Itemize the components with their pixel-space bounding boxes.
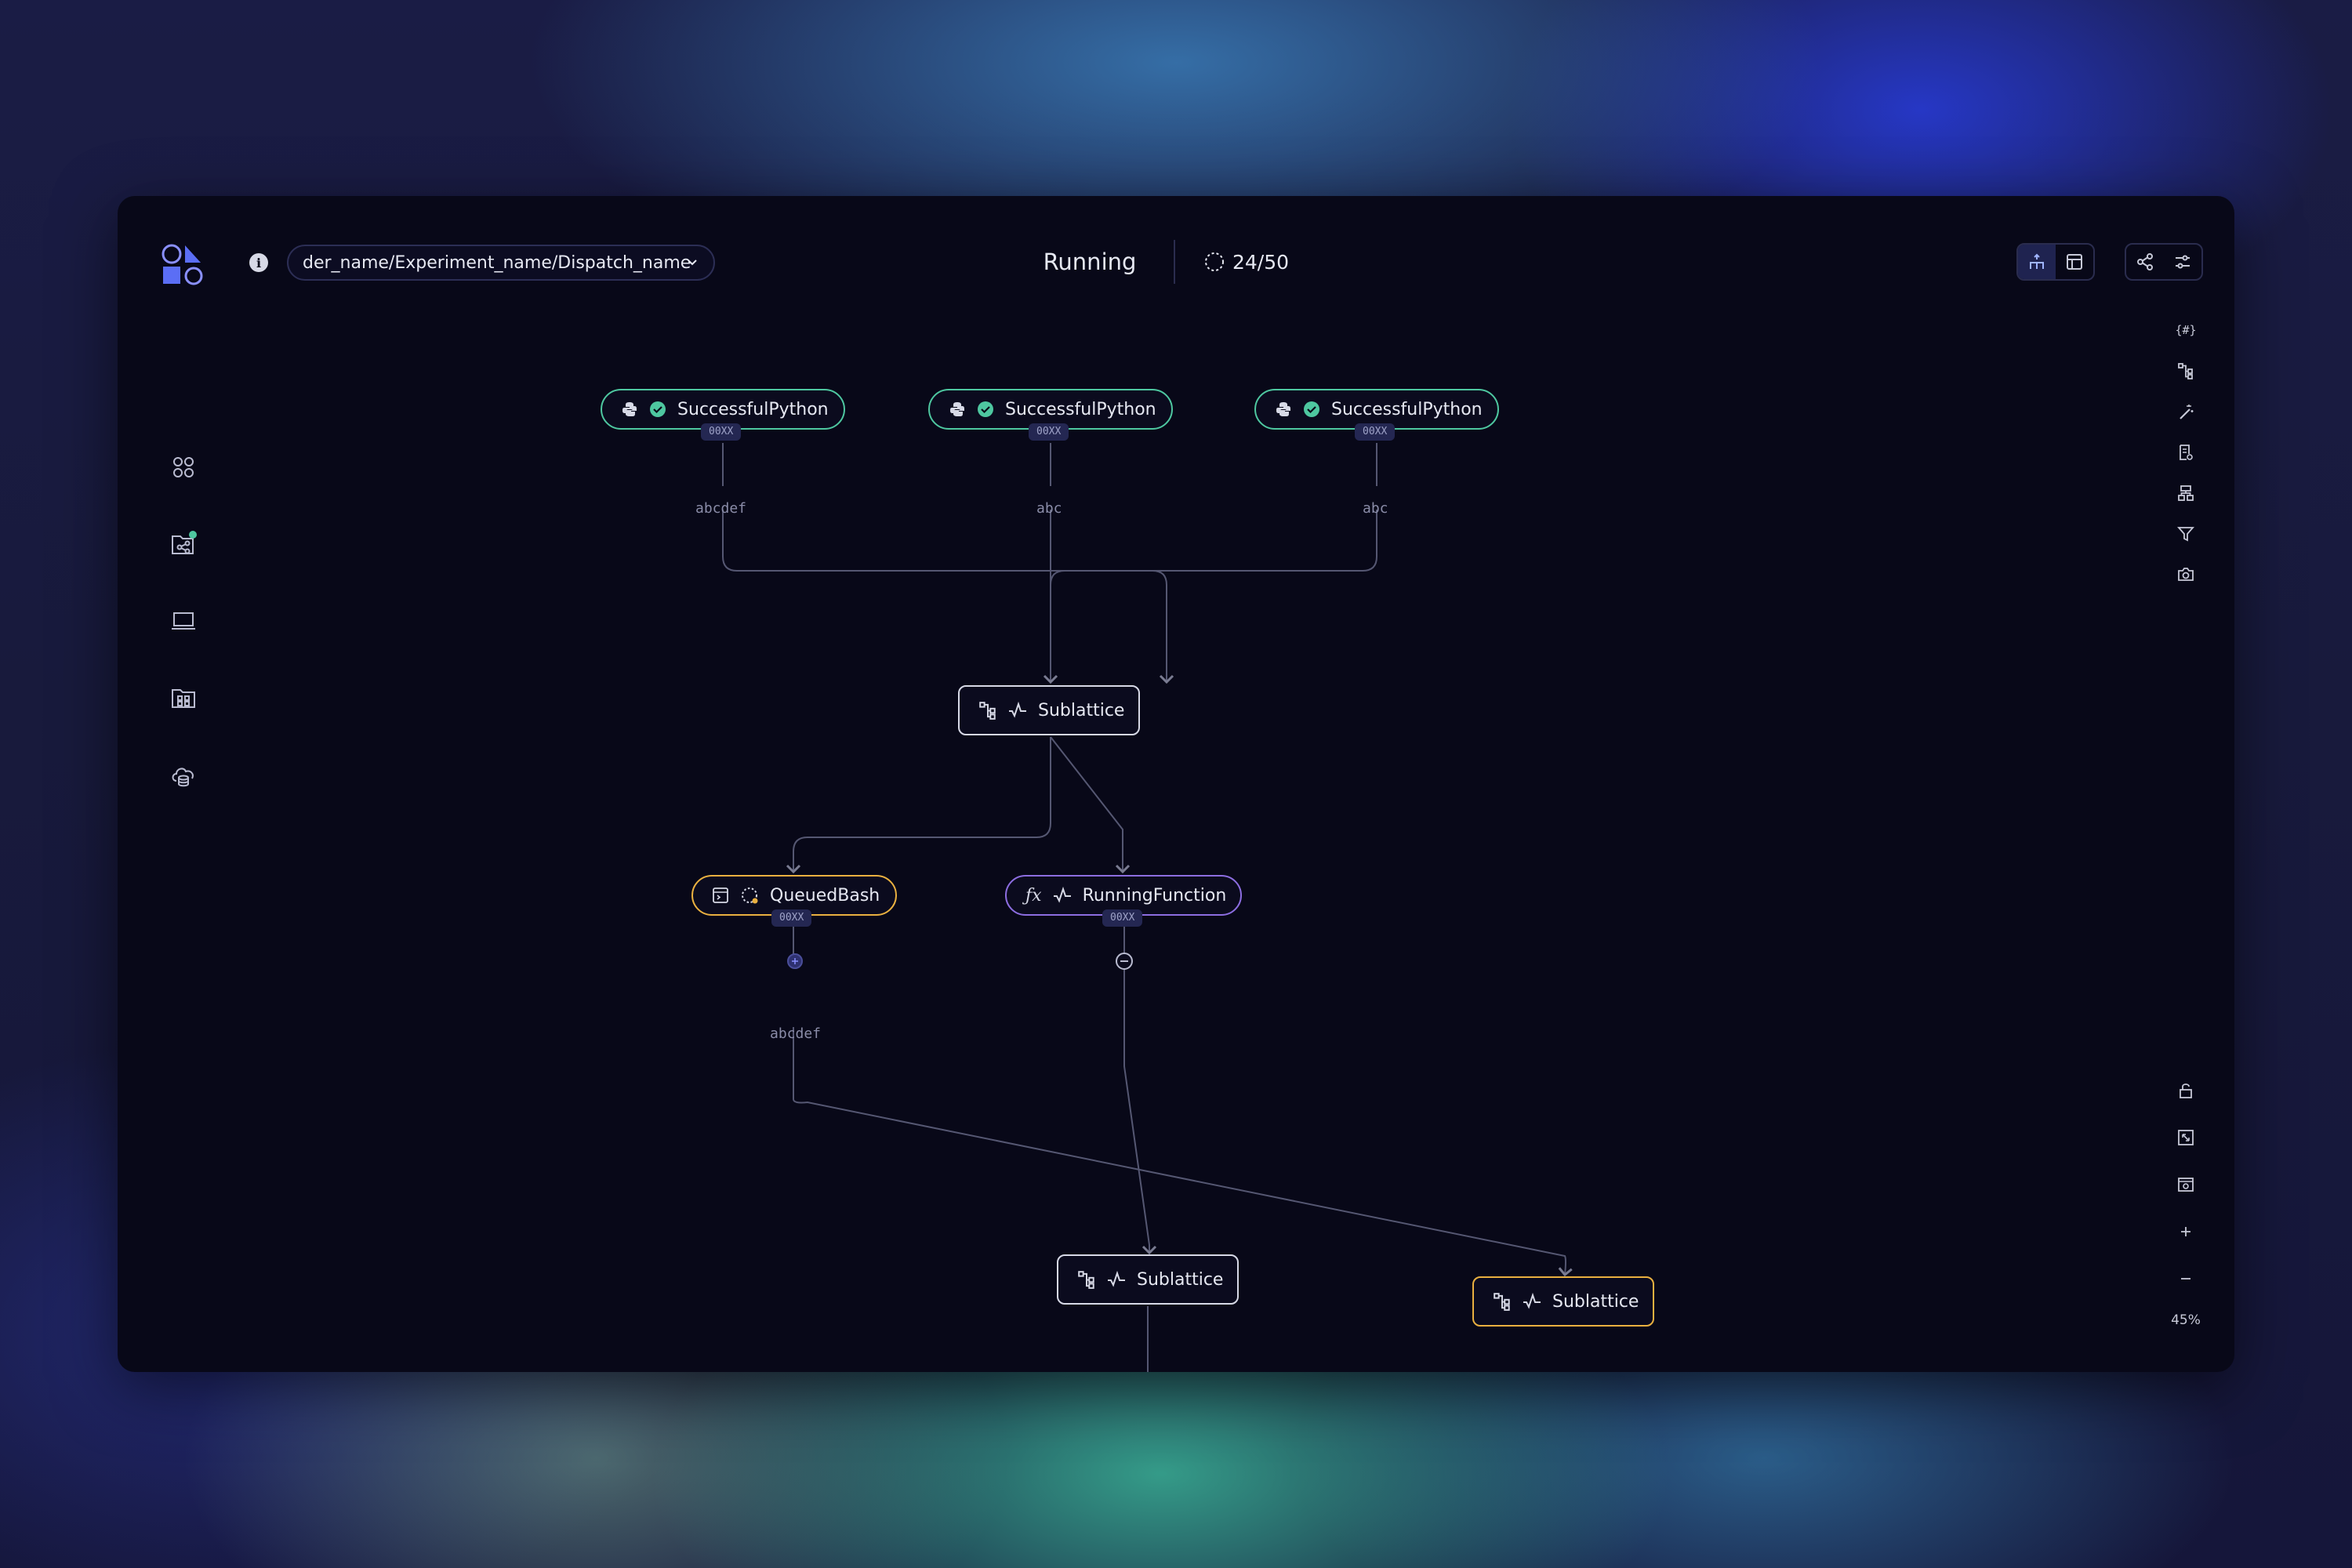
edge-label: abc [1363,500,1388,517]
node-label: SuccessfulPython [1331,399,1483,419]
python-icon [1275,401,1292,418]
node-label: Sublattice [1137,1269,1224,1290]
edge-label: abcdef [770,1025,822,1042]
running-pulse-icon [1523,1293,1541,1310]
graph-node-sublattice-2[interactable]: Sublattice [1057,1254,1239,1305]
success-check-icon [977,401,994,418]
python-icon [621,401,638,418]
node-label: RunningFunction [1082,885,1227,906]
running-pulse-icon [1053,887,1072,904]
node-id-badge: 00XX [1355,423,1396,441]
node-label: SuccessfulPython [677,399,829,419]
graph-node-sublattice-3[interactable]: Sublattice [1472,1276,1654,1327]
node-label: QueuedBash [770,885,880,906]
node-id-badge: 00XX [1029,423,1069,441]
running-pulse-icon [1008,702,1027,719]
success-check-icon [1303,401,1320,418]
success-check-icon [649,401,666,418]
node-label: Sublattice [1038,700,1125,720]
bash-terminal-icon [712,887,729,904]
sublattice-icon [1077,1270,1096,1289]
workflow-panel: i der_name/Experiment_name/Dispatch_name… [118,196,2234,1372]
running-pulse-icon [1107,1271,1126,1288]
node-label: SuccessfulPython [1005,399,1156,419]
graph-edges [722,443,2234,1372]
node-label: Sublattice [1552,1291,1639,1312]
node-id-badge: 00XX [701,423,742,441]
function-icon: ƒx [1025,885,1042,906]
sublattice-icon [978,701,997,720]
node-id-badge: 00XX [771,909,812,927]
python-icon [949,401,966,418]
sublattice-icon [1493,1292,1512,1311]
edge-label: abc [1036,500,1062,517]
graph-node-sublattice-1[interactable]: Sublattice [958,685,1140,735]
node-id-badge: 00XX [1102,909,1143,927]
edge-label: abcdef [695,500,747,517]
queued-spinner-icon [740,886,759,905]
